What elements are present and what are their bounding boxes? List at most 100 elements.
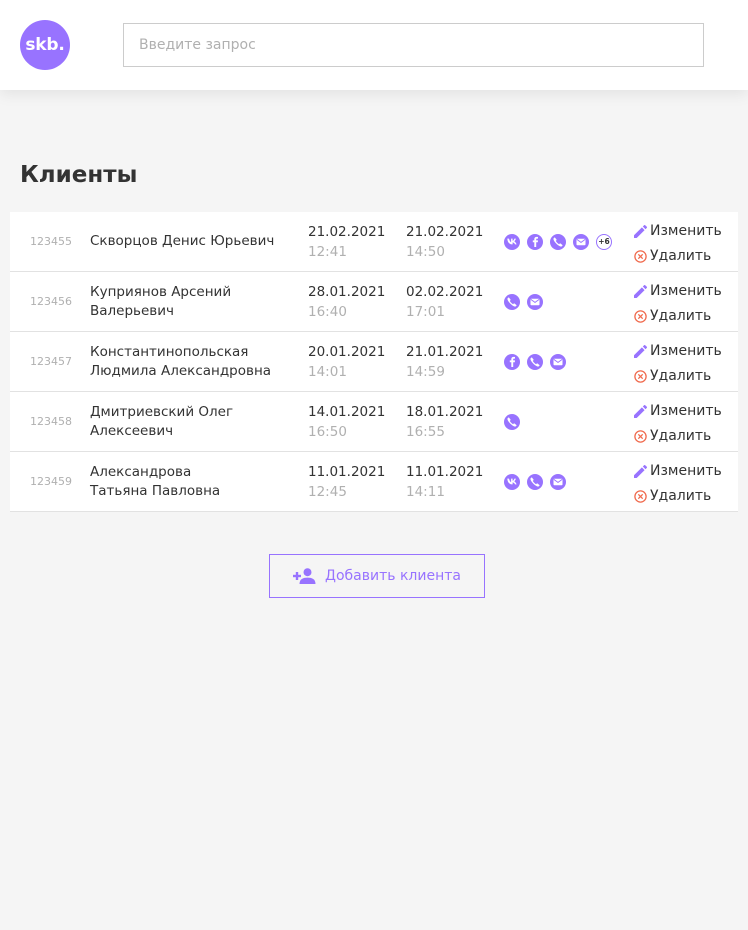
client-name: Скворцов Денис Юрьевич — [90, 212, 290, 271]
table-row: 123456 Куприянов Арсений Валерьевич 28.01.2… — [10, 272, 738, 332]
more-contacts-badge[interactable]: +6 — [596, 233, 612, 250]
phone-icon[interactable] — [504, 293, 520, 310]
created-at: 28.01.2021 16:40 — [308, 282, 385, 322]
delete-button[interactable]: Удалить — [634, 364, 722, 389]
changed-at: 02.02.2021 17:01 — [406, 282, 483, 322]
created-at: 11.01.2021 12:45 — [308, 462, 385, 502]
client-name-line2: Валерьевич — [90, 302, 175, 319]
created-at: 21.02.2021 12:41 — [308, 222, 385, 262]
changed-at: 18.01.2021 16:55 — [406, 402, 483, 442]
client-id: 123458 — [30, 415, 72, 428]
changed-date: 02.02.2021 — [406, 284, 484, 300]
edit-label: Изменить — [650, 463, 722, 479]
clients-table: 123455 Скворцов Денис Юрьевич 21.02.2021 12… — [10, 212, 738, 512]
phone-icon[interactable] — [550, 233, 566, 250]
mail-icon[interactable] — [550, 353, 566, 370]
mail-icon[interactable] — [573, 233, 589, 250]
header: skb. — [0, 0, 748, 90]
changed-date: 21.01.2021 — [406, 344, 484, 360]
created-at: 20.01.2021 14:01 — [308, 342, 385, 382]
client-id: 123456 — [30, 295, 72, 308]
edit-button[interactable]: Изменить — [634, 279, 722, 304]
client-name-line2: Татьяна Павловна — [90, 482, 221, 499]
pencil-icon — [634, 225, 650, 238]
changed-time: 14:50 — [406, 244, 445, 260]
changed-date: 21.02.2021 — [406, 224, 484, 240]
client-name: Дмитриевский Олег Алексеевич — [90, 392, 290, 451]
add-user-icon — [293, 568, 316, 584]
vk-icon[interactable] — [504, 233, 520, 250]
table-row: 123457 Константинопольская Людмила Алексан… — [10, 332, 738, 392]
changed-date: 18.01.2021 — [406, 404, 484, 420]
client-id: 123459 — [30, 475, 72, 488]
add-client-button[interactable]: Добавить клиента — [269, 554, 485, 598]
changed-at: 21.02.2021 14:50 — [406, 222, 483, 262]
table-row: 123455 Скворцов Денис Юрьевич 21.02.2021 12… — [10, 212, 738, 272]
phone-icon[interactable] — [527, 353, 543, 370]
created-time: 16:50 — [308, 424, 347, 440]
edit-button[interactable]: Изменить — [634, 219, 722, 244]
contacts — [504, 332, 573, 391]
pencil-icon — [634, 345, 650, 358]
pencil-icon — [634, 465, 650, 478]
changed-time: 14:59 — [406, 364, 445, 380]
delete-label: Удалить — [650, 248, 712, 264]
row-actions: Изменить Удалить — [634, 399, 722, 449]
changed-time: 16:55 — [406, 424, 445, 440]
client-name: Александрова Татьяна Павловна — [90, 452, 290, 511]
client-name-line2: Людмила Александровна — [90, 362, 272, 379]
facebook-icon[interactable] — [504, 353, 520, 370]
search-input[interactable] — [123, 23, 704, 67]
contacts: +6 — [504, 212, 612, 271]
edit-button[interactable]: Изменить — [634, 459, 722, 484]
client-name-line1: Скворцов Денис Юрьевич — [90, 233, 275, 249]
client-name-line1: Куприянов Арсений — [90, 283, 232, 300]
contacts — [504, 272, 550, 331]
logo[interactable]: skb. — [20, 20, 70, 70]
row-actions: Изменить Удалить — [634, 279, 722, 329]
page-title: Клиенты — [20, 162, 138, 188]
vk-icon[interactable] — [504, 473, 520, 490]
edit-button[interactable]: Изменить — [634, 339, 722, 364]
delete-label: Удалить — [650, 428, 712, 444]
phone-icon[interactable] — [504, 413, 520, 430]
created-date: 21.02.2021 — [308, 224, 386, 240]
edit-button[interactable]: Изменить — [634, 399, 722, 424]
cancel-icon — [634, 250, 650, 263]
created-time: 16:40 — [308, 304, 347, 320]
edit-label: Изменить — [650, 283, 722, 299]
client-name-line2: Алексеевич — [90, 422, 174, 439]
delete-button[interactable]: Удалить — [634, 304, 722, 329]
edit-label: Изменить — [650, 343, 722, 359]
changed-date: 11.01.2021 — [406, 464, 484, 480]
client-name: Константинопольская Людмила Александровна — [90, 332, 290, 391]
pencil-icon — [634, 405, 650, 418]
add-client-label: Добавить клиента — [325, 568, 461, 584]
cancel-icon — [634, 490, 650, 503]
delete-button[interactable]: Удалить — [634, 244, 722, 269]
changed-time: 17:01 — [406, 304, 445, 320]
table-row: 123459 Александрова Татьяна Павловна 11.01.… — [10, 452, 738, 512]
row-actions: Изменить Удалить — [634, 459, 722, 509]
row-actions: Изменить Удалить — [634, 339, 722, 389]
contacts — [504, 392, 527, 451]
changed-at: 11.01.2021 14:11 — [406, 462, 483, 502]
phone-icon[interactable] — [527, 473, 543, 490]
mail-icon[interactable] — [550, 473, 566, 490]
contacts — [504, 452, 573, 511]
edit-label: Изменить — [650, 403, 722, 419]
facebook-icon[interactable] — [527, 233, 543, 250]
delete-button[interactable]: Удалить — [634, 424, 722, 449]
client-name-line1: Дмитриевский Олег — [90, 403, 234, 420]
mail-icon[interactable] — [527, 293, 543, 310]
logo-text: skb. — [25, 35, 65, 55]
pencil-icon — [634, 285, 650, 298]
client-name: Куприянов Арсений Валерьевич — [90, 272, 290, 331]
delete-label: Удалить — [650, 368, 712, 384]
delete-label: Удалить — [650, 308, 712, 324]
changed-time: 14:11 — [406, 484, 445, 500]
cancel-icon — [634, 370, 650, 383]
delete-button[interactable]: Удалить — [634, 484, 722, 509]
changed-at: 21.01.2021 14:59 — [406, 342, 483, 382]
row-actions: Изменить Удалить — [634, 219, 722, 269]
